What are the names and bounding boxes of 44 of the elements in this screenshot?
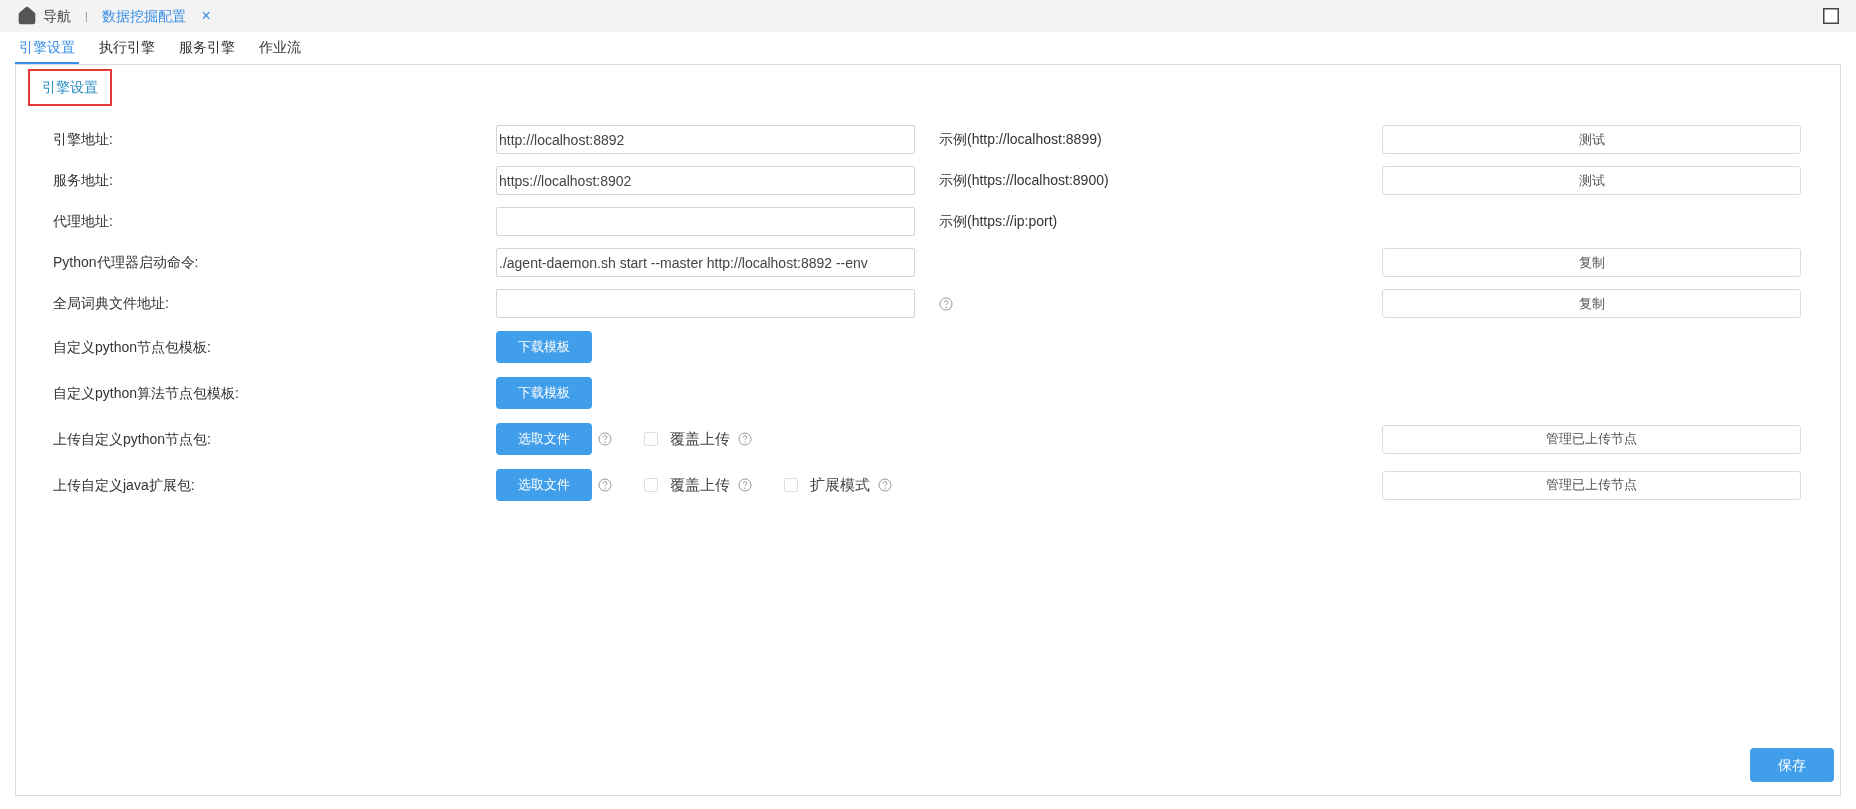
action-button[interactable]: 测试 xyxy=(1382,125,1801,154)
input-field[interactable] xyxy=(496,289,915,318)
checkbox-label: 覆盖上传 xyxy=(670,428,730,449)
action-button[interactable]: 测试 xyxy=(1382,166,1801,195)
checkbox-label: 覆盖上传 xyxy=(670,474,730,495)
field-label: 自定义python节点包模板: xyxy=(53,337,212,357)
example-hint: 示例(https://localhost:8900) xyxy=(939,171,1109,190)
field-label: 自定义python算法节点包模板: xyxy=(53,383,240,403)
checkbox[interactable] xyxy=(644,478,658,492)
separator: | xyxy=(85,9,88,24)
tab[interactable]: 作业流 xyxy=(255,32,305,64)
field-label: 上传自定义java扩展包: xyxy=(53,475,196,495)
tab[interactable]: 引擎设置 xyxy=(15,32,79,64)
nav-link[interactable]: 导航 xyxy=(43,5,71,27)
field-label: 服务地址: xyxy=(53,171,114,190)
help-icon[interactable] xyxy=(598,478,612,492)
section-title: 引擎设置 xyxy=(28,69,112,106)
example-hint: 示例(https://ip:port) xyxy=(939,212,1058,231)
help-icon[interactable] xyxy=(939,296,953,311)
field-label: 引擎地址: xyxy=(53,130,114,149)
field-label: 代理地址: xyxy=(53,212,114,231)
action-button[interactable]: 管理已上传节点 xyxy=(1382,470,1801,500)
checkbox[interactable] xyxy=(784,478,798,492)
help-icon[interactable] xyxy=(738,478,752,492)
action-button[interactable]: 复制 xyxy=(1382,248,1801,277)
checkbox-label: 扩展模式 xyxy=(810,474,870,495)
maximize-icon[interactable] xyxy=(1823,8,1839,24)
input-field[interactable]: https://localhost:8902 xyxy=(496,166,915,195)
field-label: 上传自定义python节点包: xyxy=(53,429,212,449)
input-field[interactable] xyxy=(496,207,915,236)
input-field[interactable]: ./agent-daemon.sh start --master http://localhost:8892 --env xyxy=(496,248,915,277)
action-button[interactable]: 管理已上传节点 xyxy=(1382,424,1801,454)
tab[interactable]: 服务引擎 xyxy=(175,32,239,64)
tab[interactable]: 执行引擎 xyxy=(95,32,159,64)
example-hint: 示例(http://localhost:8899) xyxy=(939,130,1102,149)
help-icon[interactable] xyxy=(878,478,892,492)
home-icon[interactable] xyxy=(17,6,37,26)
checkbox[interactable] xyxy=(644,432,658,446)
input-field[interactable]: http://localhost:8892 xyxy=(496,125,915,154)
help-icon[interactable] xyxy=(598,432,612,446)
field-label: Python代理器启动命令: xyxy=(53,253,200,272)
help-icon[interactable] xyxy=(738,432,752,446)
action-button[interactable]: 复制 xyxy=(1382,289,1801,318)
field-label: 全局词典文件地址: xyxy=(53,294,170,313)
